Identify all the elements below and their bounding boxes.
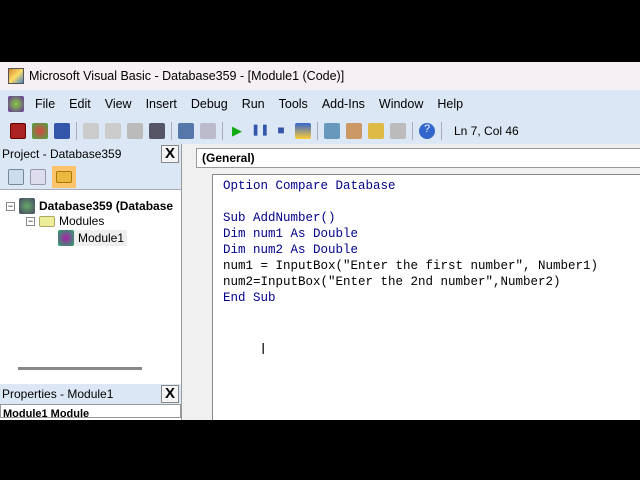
- module-name: Module1: [78, 231, 125, 245]
- properties-header: Properties - Module1 X: [0, 384, 181, 404]
- code-editor[interactable]: Option Compare Database Sub AddNumber() …: [212, 174, 640, 420]
- project-explorer-header: Project - Database359 X: [0, 144, 181, 164]
- save-icon[interactable]: [54, 122, 70, 139]
- title-bar: Microsoft Visual Basic - Database359 - […: [0, 62, 640, 90]
- code-line-3: Sub AddNumber(): [223, 211, 336, 225]
- project-explorer-title: Project - Database359: [2, 147, 122, 161]
- menu-run[interactable]: Run: [235, 97, 272, 111]
- menu-add-ins[interactable]: Add-Ins: [315, 97, 372, 111]
- close-properties-button[interactable]: X: [161, 385, 179, 403]
- menu-tools[interactable]: Tools: [272, 97, 315, 111]
- code-line-8: End Sub: [223, 291, 276, 305]
- project-icon: [19, 198, 35, 214]
- collapse-icon[interactable]: −: [6, 201, 15, 211]
- paste-icon[interactable]: [127, 122, 143, 139]
- view-code-icon[interactable]: [8, 168, 24, 185]
- insert-module-icon[interactable]: [32, 122, 48, 139]
- run-icon[interactable]: ▶: [229, 123, 245, 139]
- object-selector[interactable]: Module1 Module: [0, 404, 181, 418]
- menu-file[interactable]: File: [28, 97, 62, 111]
- undo-icon[interactable]: [178, 122, 194, 139]
- menu-debug[interactable]: Debug: [184, 97, 235, 111]
- break-icon[interactable]: ❚❚: [251, 123, 269, 139]
- project-name: Database359 (Database: [39, 199, 174, 213]
- vba-app-icon: [8, 68, 24, 84]
- vba-menu-icon: [8, 95, 24, 112]
- reset-icon[interactable]: ■: [273, 123, 289, 139]
- find-icon[interactable]: [149, 122, 165, 139]
- folder-icon: [56, 170, 72, 183]
- menu-insert[interactable]: Insert: [139, 97, 184, 111]
- properties-icon[interactable]: [346, 122, 362, 139]
- copy-icon[interactable]: [105, 122, 121, 139]
- view-object-icon[interactable]: [30, 168, 46, 185]
- properties-title: Properties - Module1: [2, 387, 114, 401]
- toggle-folders-button[interactable]: [52, 165, 76, 188]
- project-explorer-icon[interactable]: [324, 122, 340, 139]
- menu-bar: File Edit View Insert Debug Run Tools Ad…: [0, 90, 640, 117]
- code-line-1: Option Compare Database: [223, 179, 396, 193]
- menu-help[interactable]: Help: [430, 97, 470, 111]
- menu-edit[interactable]: Edit: [62, 97, 98, 111]
- tree-item-module1[interactable]: Module1: [58, 230, 128, 246]
- properties-window: Properties - Module1 X Module1 Module: [0, 384, 182, 420]
- module-icon: [58, 230, 74, 246]
- folder-name: Modules: [59, 214, 105, 228]
- code-line-5: Dim num2 As Double: [223, 243, 359, 257]
- close-project-button[interactable]: X: [161, 145, 179, 163]
- code-line-4: Dim num1 As Double: [223, 227, 359, 241]
- folder-icon: [39, 215, 55, 227]
- text-cursor-icon: I: [261, 341, 266, 358]
- tree-item-project[interactable]: − Database359 (Database: [6, 198, 173, 214]
- object-browser-icon[interactable]: [368, 122, 384, 139]
- horizontal-scrollbar[interactable]: [18, 367, 142, 370]
- project-toolbar: [0, 164, 181, 190]
- access-view-icon[interactable]: [10, 122, 26, 139]
- window-title: Microsoft Visual Basic - Database359 - […: [29, 69, 345, 83]
- object-dropdown[interactable]: (General): [196, 148, 640, 168]
- cursor-position: Ln 7, Col 46: [454, 123, 519, 138]
- help-icon[interactable]: ?: [419, 122, 435, 139]
- code-line-6: num1 = InputBox("Enter the first number"…: [223, 259, 599, 273]
- tree-item-modules[interactable]: − Modules: [26, 214, 104, 228]
- code-window: (General) Option Compare Database Sub Ad…: [182, 144, 640, 420]
- design-mode-icon[interactable]: [295, 122, 311, 139]
- menu-window[interactable]: Window: [372, 97, 430, 111]
- project-explorer: Project - Database359 X − Database359 (D…: [0, 144, 182, 384]
- menu-view[interactable]: View: [98, 97, 139, 111]
- toolbox-icon[interactable]: [390, 122, 406, 139]
- collapse-icon[interactable]: −: [26, 216, 35, 226]
- redo-icon[interactable]: [200, 122, 216, 139]
- standard-toolbar: ▶ ❚❚ ■ ? Ln 7, Col 46: [0, 117, 640, 144]
- code-line-7: num2=InputBox("Enter the 2nd number",Num…: [223, 275, 561, 289]
- cut-icon[interactable]: [83, 122, 99, 139]
